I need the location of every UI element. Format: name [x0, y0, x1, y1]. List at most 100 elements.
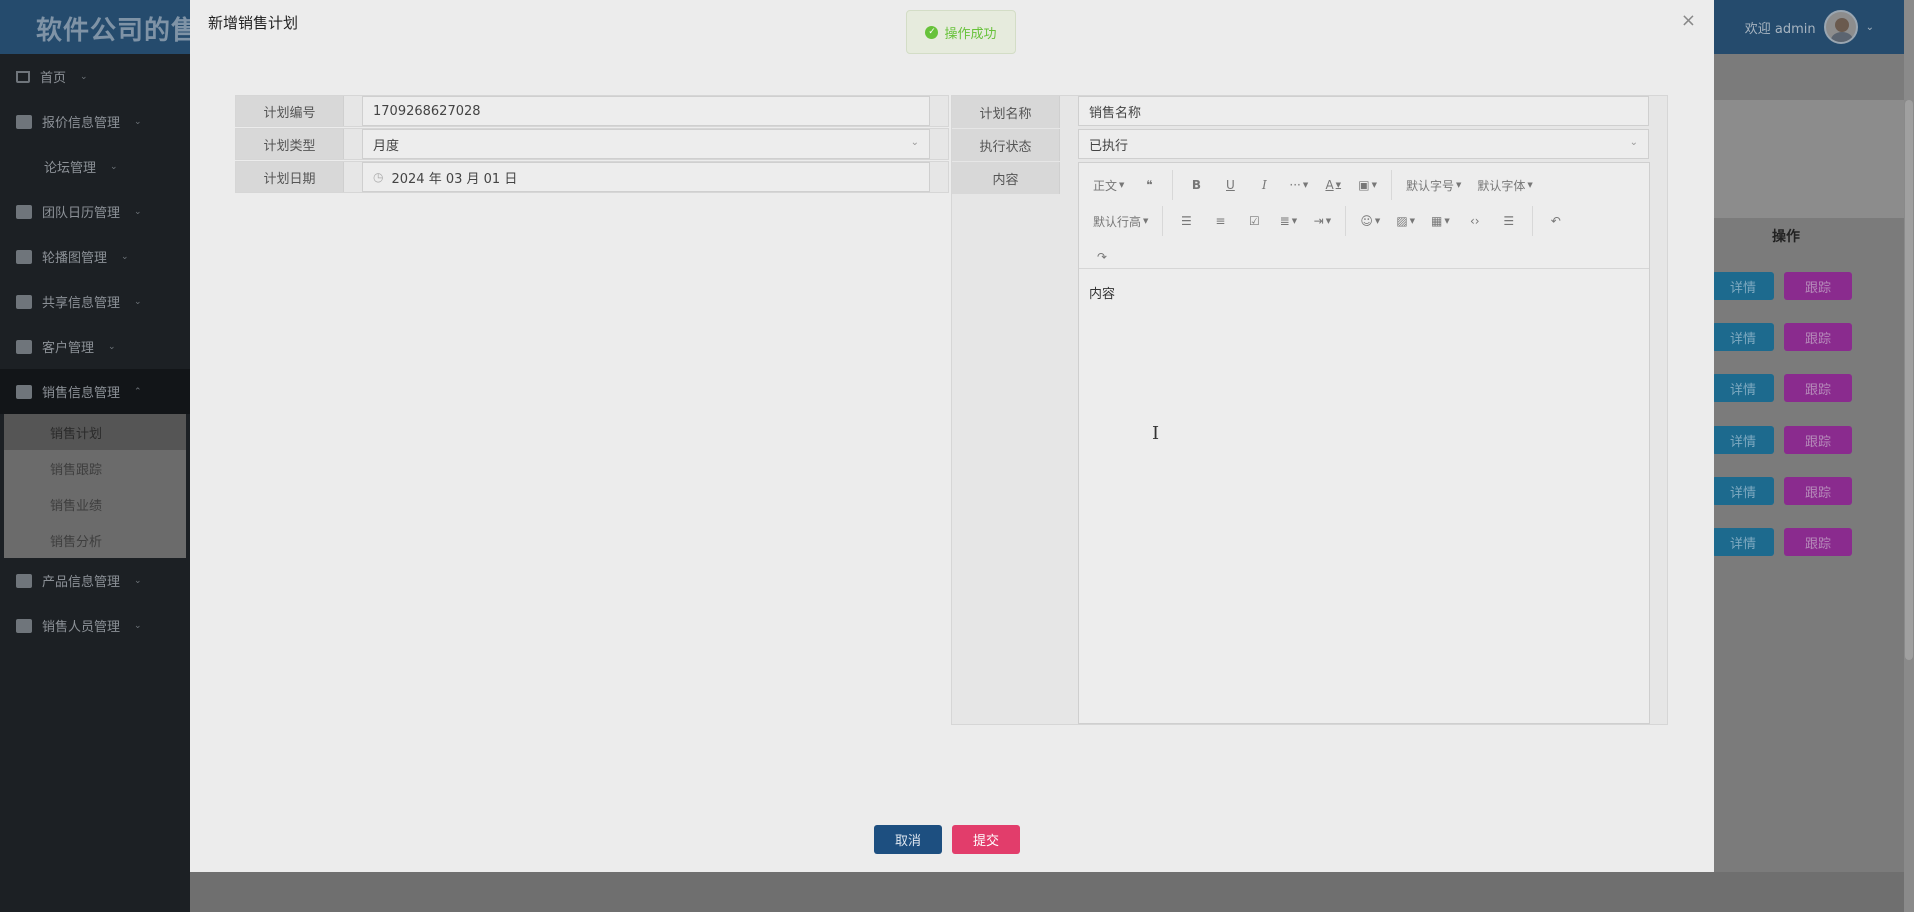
sidebar-item-sales[interactable]: 销售信息管理 ⌃: [0, 369, 190, 414]
numbered-list-icon[interactable]: ≡: [1203, 207, 1237, 235]
underline-icon[interactable]: U: [1213, 171, 1247, 199]
more-format-icon[interactable]: ··· ▼: [1281, 171, 1316, 199]
bullet-list-icon[interactable]: ☰: [1169, 207, 1203, 235]
sidebar-item-label: 论坛管理: [44, 161, 97, 176]
track-button[interactable]: 跟踪: [1784, 426, 1852, 454]
table-row: 详情 跟踪: [1712, 323, 1912, 351]
track-button[interactable]: 跟踪: [1784, 374, 1852, 402]
chevron-down-icon: ⌄: [134, 116, 142, 127]
chevron-down-icon: ⌄: [121, 251, 129, 262]
plan-date-value: 2024 年 03 月 01 日: [391, 171, 518, 187]
form-row-plan-type: 计划类型 月度 ⌄: [235, 128, 949, 160]
italic-icon[interactable]: I: [1247, 171, 1281, 199]
font-size-label: 默认字号: [1405, 178, 1454, 193]
column-header-actions: 操作: [1772, 229, 1800, 245]
avatar[interactable]: [1823, 10, 1858, 44]
detail-button[interactable]: 详情: [1712, 477, 1774, 505]
detail-button[interactable]: 详情: [1712, 374, 1774, 402]
form-row-plan-no: 计划编号 1709268627028: [235, 95, 949, 127]
image-icon[interactable]: ▨ ▼: [1388, 207, 1423, 235]
divider-icon[interactable]: ☰: [1492, 207, 1526, 235]
chevron-down-icon: ⌄: [1629, 137, 1638, 148]
font-family-dropdown[interactable]: 默认字体 ▼: [1469, 171, 1540, 199]
detail-button[interactable]: 详情: [1712, 323, 1774, 351]
chevron-down-icon[interactable]: ⌄: [1866, 22, 1874, 33]
sidebar-item-label: 共享信息管理: [42, 296, 121, 311]
detail-button[interactable]: 详情: [1712, 426, 1774, 454]
line-height-dropdown[interactable]: 默认行高 ▼: [1085, 207, 1156, 235]
submenu-item-sales-tracking[interactable]: 销售跟踪: [4, 450, 186, 486]
building-icon: [16, 618, 32, 633]
detail-button[interactable]: 详情: [1712, 528, 1774, 556]
plan-no-input[interactable]: 1709268627028: [362, 96, 930, 126]
code-icon[interactable]: ‹›: [1458, 207, 1492, 235]
plan-date-picker[interactable]: ◷ 2024 年 03 月 01 日: [362, 162, 930, 192]
sidebar-item-quotes[interactable]: 报价信息管理 ⌄: [0, 99, 190, 144]
font-size-dropdown[interactable]: 默认字号 ▼: [1398, 171, 1469, 199]
checklist-icon[interactable]: ☑: [1237, 207, 1271, 235]
sidebar-item-salespeople[interactable]: 销售人员管理 ⌄: [0, 603, 190, 648]
table-icon[interactable]: ▦ ▼: [1423, 207, 1458, 235]
font-family-label: 默认字体: [1477, 178, 1526, 193]
sidebar-item-label: 产品信息管理: [42, 575, 121, 590]
add-sales-plan-dialog: 新增销售计划 × ✓ 操作成功 计划编号 1709268627028 计划类型 …: [190, 0, 1714, 872]
chevron-down-icon: ⌄: [134, 575, 142, 586]
table-row: 详情 跟踪: [1712, 374, 1912, 402]
submit-button[interactable]: 提交: [952, 825, 1020, 854]
chevron-down-icon: ⌄: [80, 71, 88, 82]
sidebar-item-label: 销售人员管理: [42, 620, 121, 635]
submenu-item-sales-analysis[interactable]: 销售分析: [4, 522, 186, 558]
exec-status-value: 已执行: [1089, 138, 1129, 154]
sidebar: 首页 ⌄ 报价信息管理 ⌄ 论坛管理 ⌄ 团队日历管理 ⌄ 轮播图管理 ⌄ 共享…: [0, 54, 190, 912]
editor-content-area[interactable]: 内容: [1079, 269, 1649, 316]
plan-type-select[interactable]: 月度 ⌄: [362, 129, 930, 159]
emoji-icon[interactable]: ☺ ▼: [1352, 207, 1388, 235]
form-right-column: 计划名称 销售名称 执行状态 已执行 ⌄ 内容 正文 ▼ ❝ B U I ···…: [951, 95, 1668, 725]
sidebar-item-forum[interactable]: 论坛管理 ⌄: [0, 144, 190, 189]
sidebar-item-calendar[interactable]: 团队日历管理 ⌄: [0, 189, 190, 234]
form-row-exec-status: 执行状态 已执行 ⌄: [952, 129, 1667, 161]
exec-status-select[interactable]: 已执行 ⌄: [1078, 129, 1649, 159]
submenu-item-sales-plan[interactable]: 销售计划: [4, 414, 186, 450]
content-label: 内容: [952, 162, 1060, 194]
undo-icon[interactable]: ↶: [1539, 207, 1573, 235]
user-menu[interactable]: 欢迎 admin ⌄: [1745, 7, 1874, 47]
page-scrollbar[interactable]: [1904, 0, 1914, 912]
clock-icon: ◷: [373, 170, 384, 184]
table-row: 详情 跟踪: [1712, 272, 1912, 300]
track-button[interactable]: 跟踪: [1784, 528, 1852, 556]
chevron-down-icon: ⌄: [110, 161, 118, 172]
sidebar-item-shared[interactable]: 共享信息管理 ⌄: [0, 279, 190, 324]
plan-name-input[interactable]: 销售名称: [1078, 96, 1649, 126]
bold-icon[interactable]: B: [1179, 171, 1213, 199]
line-height-label: 默认行高: [1093, 214, 1142, 229]
plan-type-label: 计划类型: [236, 129, 344, 159]
track-button[interactable]: 跟踪: [1784, 477, 1852, 505]
table-row: 详情 跟踪: [1712, 477, 1912, 505]
detail-button[interactable]: 详情: [1712, 272, 1774, 300]
scrollbar-thumb[interactable]: [1905, 100, 1913, 660]
quote-icon[interactable]: ❝: [1132, 171, 1166, 199]
book-icon: [16, 204, 32, 219]
rich-text-editor: 正文 ▼ ❝ B U I ··· ▼ A ▼ ▣ ▼ 默认字号 ▼ 默认字体 ▼ 默认行高 ▼: [1078, 162, 1650, 724]
font-color-icon[interactable]: A ▼: [1316, 171, 1350, 199]
close-icon[interactable]: ×: [1681, 10, 1696, 31]
indent-icon[interactable]: ⇥ ▼: [1305, 207, 1339, 235]
plan-type-value: 月度: [373, 138, 400, 154]
track-button[interactable]: 跟踪: [1784, 323, 1852, 351]
sidebar-item-carousel[interactable]: 轮播图管理 ⌄: [0, 234, 190, 279]
sidebar-item-customers[interactable]: 客户管理 ⌄: [0, 324, 190, 369]
align-icon[interactable]: ≣ ▼: [1271, 207, 1305, 235]
sidebar-item-label: 团队日历管理: [42, 206, 121, 221]
paragraph-format-dropdown[interactable]: 正文 ▼: [1085, 171, 1132, 199]
cancel-button[interactable]: 取消: [874, 825, 942, 854]
sidebar-item-products[interactable]: 产品信息管理 ⌄: [0, 558, 190, 603]
track-button[interactable]: 跟踪: [1784, 272, 1852, 300]
table-row: 详情 跟踪: [1712, 528, 1912, 556]
redo-icon[interactable]: ↷: [1085, 243, 1119, 271]
background-color-icon[interactable]: ▣ ▼: [1350, 171, 1385, 199]
submenu-item-sales-performance[interactable]: 销售业绩: [4, 486, 186, 522]
sidebar-item-home[interactable]: 首页 ⌄: [0, 54, 190, 99]
plan-name-label: 计划名称: [952, 96, 1060, 128]
server-icon: [16, 573, 32, 588]
